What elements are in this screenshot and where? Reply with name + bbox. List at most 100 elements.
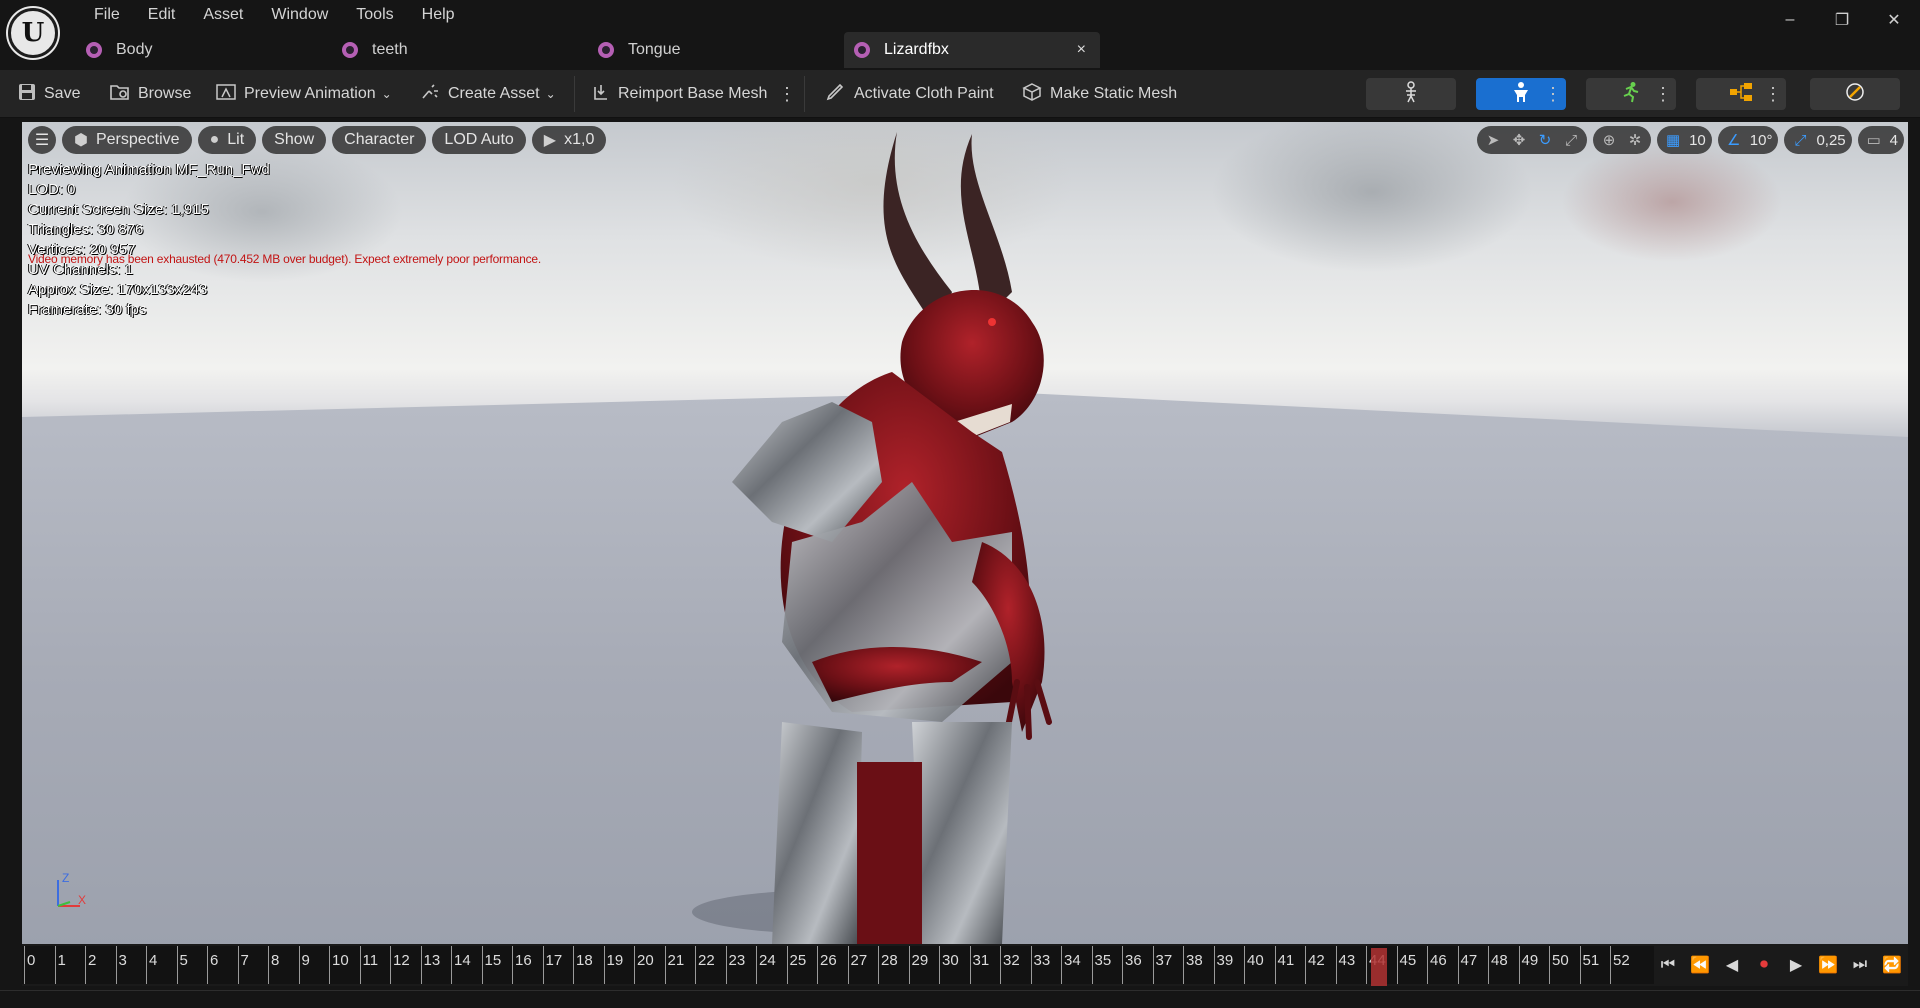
- preview-animation-button[interactable]: Preview Animation ⌄: [216, 70, 392, 118]
- tab-lizardfbx[interactable]: Lizardfbx ×: [844, 32, 1100, 68]
- timeline-frame-label: 29: [911, 952, 929, 969]
- loop-icon[interactable]: 🔁: [1880, 951, 1904, 979]
- menu-tools[interactable]: Tools: [342, 4, 407, 26]
- camera-speed-control[interactable]: ▭ 4: [1857, 126, 1904, 154]
- timeline-tick: [1000, 946, 1001, 984]
- rotate-icon[interactable]: ↻: [1535, 131, 1555, 149]
- timeline-tick: [1335, 946, 1337, 984]
- translate-icon[interactable]: ✥: [1509, 131, 1529, 149]
- make-static-mesh-button[interactable]: Make Static Mesh: [1022, 70, 1177, 118]
- close-tab-icon[interactable]: ×: [1077, 41, 1086, 59]
- timeline-playhead[interactable]: [1371, 948, 1387, 986]
- tab-teeth[interactable]: teeth: [332, 32, 588, 68]
- timeline-tick: [847, 946, 849, 984]
- save-icon: [18, 83, 36, 106]
- timeline-tick: [1061, 946, 1062, 984]
- transport-controls: ⏮ ⏪ ◀ ⏺ ▶ ⏩ ⏭ 🔁: [1656, 944, 1908, 986]
- timeline-frame-label: 48: [1491, 952, 1508, 969]
- blueprint-options-icon[interactable]: ⋮: [1764, 80, 1782, 108]
- reimport-base-mesh-button[interactable]: Reimport Base Mesh: [592, 70, 767, 118]
- activate-cloth-paint-label: Activate Cloth Paint: [854, 85, 994, 102]
- close-window-button[interactable]: ✕: [1868, 0, 1920, 40]
- lizard-character-mesh[interactable]: [682, 122, 1162, 944]
- timeline-tick: [908, 946, 910, 984]
- toolbar-divider: [574, 76, 575, 112]
- activate-cloth-paint-button[interactable]: Activate Cloth Paint: [826, 70, 994, 118]
- timeline-frame-label: 36: [1125, 952, 1142, 969]
- timeline-frame-label: 32: [1003, 952, 1020, 969]
- timeline-frame-label: 43: [1338, 952, 1356, 969]
- timeline-tick: [1213, 946, 1215, 984]
- timeline-frame-label: 31: [972, 952, 990, 969]
- world-coordinates-icon[interactable]: ⊕: [1599, 131, 1619, 149]
- menu-asset[interactable]: Asset: [189, 4, 257, 26]
- timeline-tick: [24, 946, 25, 984]
- tab-label: Lizardfbx: [884, 41, 949, 58]
- timeline-frame-label: 47: [1460, 952, 1478, 969]
- physics-mode-button[interactable]: [1810, 78, 1900, 110]
- timeline-frame-label: 1: [57, 952, 66, 969]
- tab-tongue[interactable]: Tongue: [588, 32, 844, 68]
- timeline-tick: [268, 946, 269, 984]
- timeline-tick: [786, 946, 788, 984]
- timeline-tick: [1366, 946, 1367, 984]
- timeline-tick: [939, 946, 940, 984]
- skeleton-mode-button[interactable]: [1366, 78, 1456, 110]
- create-asset-label: Create Asset: [448, 85, 540, 102]
- timeline-frame-label: 26: [820, 952, 837, 969]
- timeline-tick: [1549, 946, 1550, 984]
- menu-window[interactable]: Window: [257, 4, 342, 26]
- lod-button[interactable]: LOD Auto: [432, 126, 526, 154]
- viewport-stats: Previewing Animation MF_Run_Fwd LOD: 0 C…: [28, 160, 270, 320]
- timeline-tick: [573, 946, 574, 984]
- browse-button[interactable]: Browse: [110, 70, 191, 118]
- menu-file[interactable]: File: [80, 4, 134, 26]
- animation-options-icon[interactable]: ⋮: [1654, 80, 1672, 108]
- timeline-tick: [54, 946, 56, 984]
- save-button[interactable]: Save: [18, 70, 80, 118]
- perspective-button[interactable]: ⬢ Perspective: [62, 126, 192, 154]
- scale-icon[interactable]: ⤢: [1561, 132, 1581, 149]
- rotation-snap-control[interactable]: ∠ 10°: [1717, 126, 1779, 154]
- play-reverse-icon[interactable]: ◀: [1720, 951, 1744, 979]
- preview-viewport[interactable]: ☰ ⬢ Perspective ● Lit Show Character LOD…: [22, 122, 1908, 944]
- record-icon[interactable]: ⏺: [1752, 951, 1776, 979]
- viewport-toolbar: ☰ ⬢ Perspective ● Lit Show Character LOD…: [28, 126, 607, 154]
- scale-snap-icon: ⤢: [1794, 131, 1807, 149]
- select-arrow-icon[interactable]: ➤: [1483, 131, 1503, 149]
- step-forward-icon[interactable]: ⏩: [1816, 951, 1840, 979]
- skip-to-start-icon[interactable]: ⏮: [1656, 951, 1680, 979]
- create-asset-button[interactable]: Create Asset ⌄: [420, 70, 556, 118]
- menu-help[interactable]: Help: [408, 4, 469, 26]
- viewport-menu-button[interactable]: ☰: [28, 126, 56, 154]
- view-mode-button[interactable]: ● Lit: [197, 126, 257, 154]
- show-button[interactable]: Show: [262, 126, 327, 154]
- play-forward-icon[interactable]: ▶: [1784, 951, 1808, 979]
- menu-edit[interactable]: Edit: [134, 4, 190, 26]
- reimport-icon: [592, 83, 610, 106]
- grid-snap-control[interactable]: ▦ 10: [1657, 126, 1712, 154]
- play-rate-button[interactable]: ▶ x1,0: [531, 126, 607, 154]
- skeletal-mesh-icon: [86, 42, 102, 58]
- timeline-tick: [359, 946, 361, 984]
- timeline-scrubber[interactable]: 0 1 2 3 4 5 6 7 8 9 10 11 12 13 14 15 16 17 18 19 20 21 22 23 24…: [22, 946, 1654, 986]
- restore-button[interactable]: ❐: [1816, 0, 1868, 40]
- status-bar: [0, 990, 1920, 1008]
- timeline-frame-label: 18: [576, 952, 593, 969]
- surface-snap-icon[interactable]: ✲: [1625, 131, 1645, 149]
- scale-snap-control[interactable]: ⤢ 0,25: [1784, 126, 1852, 154]
- stat-line: Triangles: 30 876: [28, 221, 144, 238]
- step-back-icon[interactable]: ⏪: [1688, 951, 1712, 979]
- timeline-tick: [298, 946, 300, 984]
- skip-to-end-icon[interactable]: ⏭: [1848, 951, 1872, 979]
- unreal-logo-icon[interactable]: U: [8, 8, 58, 58]
- character-button[interactable]: Character: [332, 126, 427, 154]
- camera-speed-value: 4: [1889, 131, 1898, 149]
- tab-body[interactable]: Body: [76, 32, 332, 68]
- skeletal-mesh-icon: [854, 42, 870, 58]
- reimport-options-icon[interactable]: ⋮: [778, 80, 796, 108]
- timeline-frame-label: 49: [1521, 952, 1539, 969]
- timeline-frame-label: 8: [271, 952, 280, 969]
- mesh-options-icon[interactable]: ⋮: [1544, 80, 1562, 108]
- minimize-button[interactable]: –: [1764, 0, 1816, 40]
